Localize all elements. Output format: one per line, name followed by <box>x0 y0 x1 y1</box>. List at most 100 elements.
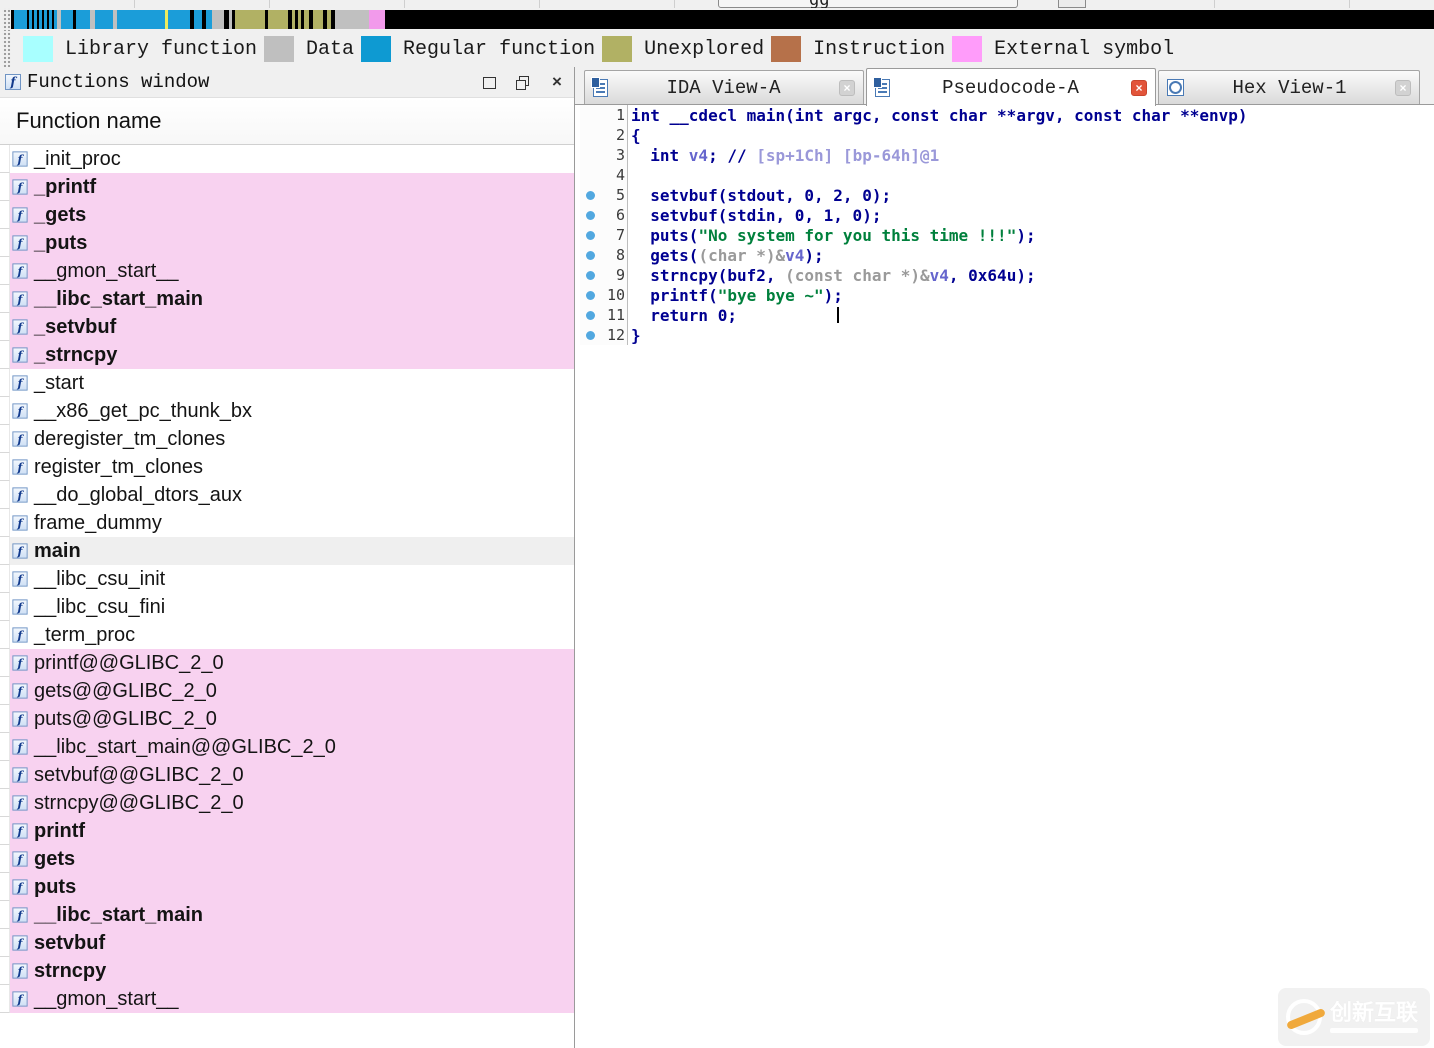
function-row[interactable]: fstrncpy@@GLIBC_2_0 <box>0 789 574 817</box>
line-marker-dot[interactable] <box>586 211 595 220</box>
function-row[interactable]: f_start <box>0 369 574 397</box>
function-row[interactable]: fsetvbuf <box>0 929 574 957</box>
function-row[interactable]: f__gmon_start__ <box>0 985 574 1013</box>
breakpoint-cell[interactable] <box>580 265 602 285</box>
function-name-column-header[interactable]: Function name <box>0 97 574 145</box>
line-marker-dot[interactable] <box>586 251 595 260</box>
row-gutter <box>0 453 10 481</box>
navband-segment <box>235 10 265 29</box>
function-row[interactable]: fprintf@@GLIBC_2_0 <box>0 649 574 677</box>
breakpoint-cell[interactable] <box>580 245 602 265</box>
breakpoint-cell[interactable] <box>580 305 602 325</box>
navband-segment <box>194 10 202 29</box>
breakpoint-cell[interactable] <box>580 225 602 245</box>
legend-color-swatch <box>602 36 632 62</box>
line-marker-dot[interactable] <box>586 231 595 240</box>
function-row[interactable]: f__x86_get_pc_thunk_bx <box>0 397 574 425</box>
function-row[interactable]: fsetvbuf@@GLIBC_2_0 <box>0 761 574 789</box>
toolbar-button[interactable] <box>1058 0 1086 8</box>
navband-segment <box>369 10 385 29</box>
function-row[interactable]: fderegister_tm_clones <box>0 425 574 453</box>
tab-pseudocode-a[interactable]: Pseudocode-A× <box>866 68 1156 106</box>
function-icon: f <box>12 179 27 194</box>
legend-item: Instruction <box>771 36 945 62</box>
legend-label: External symbol <box>994 38 1174 61</box>
line-marker-dot[interactable] <box>586 291 595 300</box>
breakpoint-cell[interactable] <box>580 185 602 205</box>
breakpoint-cell[interactable] <box>580 325 602 345</box>
function-name: printf@@GLIBC_2_0 <box>34 652 224 675</box>
function-row[interactable]: f_strncpy <box>0 341 574 369</box>
tab-close-icon[interactable]: × <box>1131 80 1147 96</box>
function-row[interactable]: f__libc_csu_fini <box>0 593 574 621</box>
drag-grip-icon[interactable] <box>2 31 11 67</box>
function-row[interactable]: f__libc_csu_init <box>0 565 574 593</box>
function-row[interactable]: fframe_dummy <box>0 509 574 537</box>
function-icon: f <box>12 571 27 586</box>
function-row[interactable]: f_term_proc <box>0 621 574 649</box>
tab-close-icon[interactable]: × <box>839 80 855 96</box>
function-row[interactable]: fputs <box>0 873 574 901</box>
maximize-button[interactable] <box>483 77 496 89</box>
breakpoint-cell <box>580 125 602 145</box>
function-name: _printf <box>34 176 96 199</box>
breakpoint-cell[interactable] <box>580 205 602 225</box>
watermark-logo-icon <box>1286 999 1322 1035</box>
code-text: { <box>628 126 641 145</box>
function-icon: f <box>12 207 27 222</box>
function-row[interactable]: f__libc_start_main@@GLIBC_2_0 <box>0 733 574 761</box>
code-line: 6 setvbuf(stdin, 0, 1, 0); <box>580 205 1248 225</box>
function-row[interactable]: f_init_proc <box>0 145 574 173</box>
function-icon: f <box>12 403 27 418</box>
legend-color-swatch <box>361 36 391 62</box>
line-marker-dot[interactable] <box>586 271 595 280</box>
function-row[interactable]: fgets <box>0 845 574 873</box>
function-row[interactable]: f_puts <box>0 229 574 257</box>
watermark: 创新互联 <box>1278 988 1430 1046</box>
line-number: 8 <box>602 245 628 265</box>
pseudocode-view[interactable]: 1int __cdecl main(int argc, const char *… <box>575 105 1434 1048</box>
code-line: 2{ <box>580 125 1248 145</box>
tab-hex-view-1[interactable]: Hex View-1× <box>1158 70 1420 104</box>
function-name: _term_proc <box>34 624 135 647</box>
function-row[interactable]: f__gmon_start__ <box>0 257 574 285</box>
function-name: _gets <box>34 204 86 227</box>
navband-segment <box>268 10 288 29</box>
function-row[interactable]: fprintf <box>0 817 574 845</box>
legend-items: Library functionDataRegular functionUnex… <box>23 36 1181 62</box>
row-gutter <box>0 341 10 369</box>
function-row[interactable]: f _gets <box>0 201 574 229</box>
tab-ida-view-a[interactable]: IDA View-A× <box>584 70 864 104</box>
line-marker-dot[interactable] <box>586 331 595 340</box>
function-row[interactable]: f_setvbuf <box>0 313 574 341</box>
drag-grip-icon[interactable] <box>2 8 11 31</box>
tab-close-icon[interactable]: × <box>1395 80 1411 96</box>
legend-row: Library functionDataRegular functionUnex… <box>0 31 1434 68</box>
code-text: gets((char *)&v4); <box>628 246 824 265</box>
function-row[interactable]: f__do_global_dtors_aux <box>0 481 574 509</box>
function-icon: f <box>12 739 27 754</box>
close-button[interactable]: × <box>550 75 564 89</box>
function-name: printf <box>34 820 85 843</box>
code-line: 4 <box>580 165 1248 185</box>
view-tabbar: IDA View-A×Pseudocode-A×Hex View-1× <box>575 67 1434 105</box>
toolbar-dropdown[interactable]: gg <box>718 0 1018 8</box>
function-row[interactable]: fmain <box>0 537 574 565</box>
hex-view-icon <box>1167 79 1184 96</box>
function-row[interactable]: f__libc_start_main <box>0 285 574 313</box>
function-name: _puts <box>34 232 87 255</box>
legend-color-swatch <box>264 36 294 62</box>
function-row[interactable]: fstrncpy <box>0 957 574 985</box>
breakpoint-cell[interactable] <box>580 285 602 305</box>
function-row[interactable]: fgets@@GLIBC_2_0 <box>0 677 574 705</box>
function-row[interactable]: f _printf <box>0 173 574 201</box>
function-row[interactable]: f__libc_start_main <box>0 901 574 929</box>
line-marker-dot[interactable] <box>586 311 595 320</box>
line-marker-dot[interactable] <box>586 191 595 200</box>
code-text: printf("bye bye ~"); <box>628 286 843 305</box>
navband-segment <box>313 10 323 29</box>
restore-button[interactable] <box>516 76 530 90</box>
function-row[interactable]: fregister_tm_clones <box>0 453 574 481</box>
navigation-band[interactable] <box>11 10 1434 29</box>
function-row[interactable]: fputs@@GLIBC_2_0 <box>0 705 574 733</box>
